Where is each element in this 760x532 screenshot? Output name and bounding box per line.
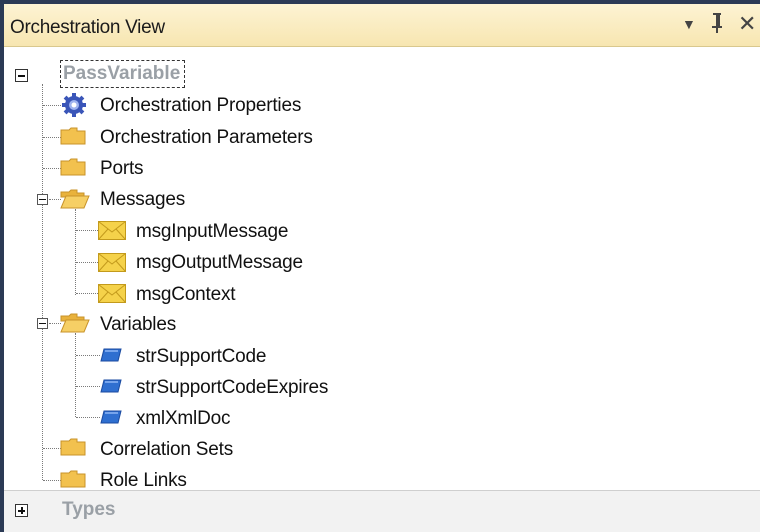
gear-icon	[62, 93, 86, 117]
types-label[interactable]: Types	[62, 499, 116, 521]
message-envelope-icon	[98, 253, 126, 272]
types-section: Types	[4, 490, 760, 532]
variable-icon	[100, 348, 122, 362]
open-folder-icon	[60, 313, 90, 333]
messages-collapse-toggle[interactable]	[37, 194, 48, 205]
folder-icon	[60, 158, 86, 176]
folder-icon	[60, 438, 86, 456]
orchestration-tree: PassVariable Orchestration Properties Or…	[4, 46, 760, 491]
orchestration-view-panel: Orchestration View ▼ ✕ PassVariable Orch…	[0, 0, 760, 532]
window-position-dropdown-icon[interactable]: ▼	[682, 16, 696, 32]
types-expand-toggle[interactable]	[15, 504, 28, 517]
panel-title: Orchestration View	[10, 17, 165, 38]
open-folder-icon	[60, 189, 90, 209]
message-envelope-icon	[98, 221, 126, 240]
tree-connector	[42, 84, 43, 480]
folder-icon	[60, 127, 86, 145]
close-icon[interactable]: ✕	[738, 11, 756, 37]
variable-icon	[100, 410, 122, 424]
panel-titlebar: Orchestration View ▼ ✕	[4, 4, 760, 47]
auto-hide-pin-icon[interactable]	[708, 12, 726, 40]
tree-root-passvariable[interactable]: PassVariable	[60, 60, 186, 88]
message-envelope-icon	[98, 284, 126, 303]
folder-icon	[60, 470, 86, 488]
variables-collapse-toggle[interactable]	[37, 318, 48, 329]
variable-icon	[100, 379, 122, 393]
root-collapse-toggle[interactable]	[15, 69, 28, 82]
